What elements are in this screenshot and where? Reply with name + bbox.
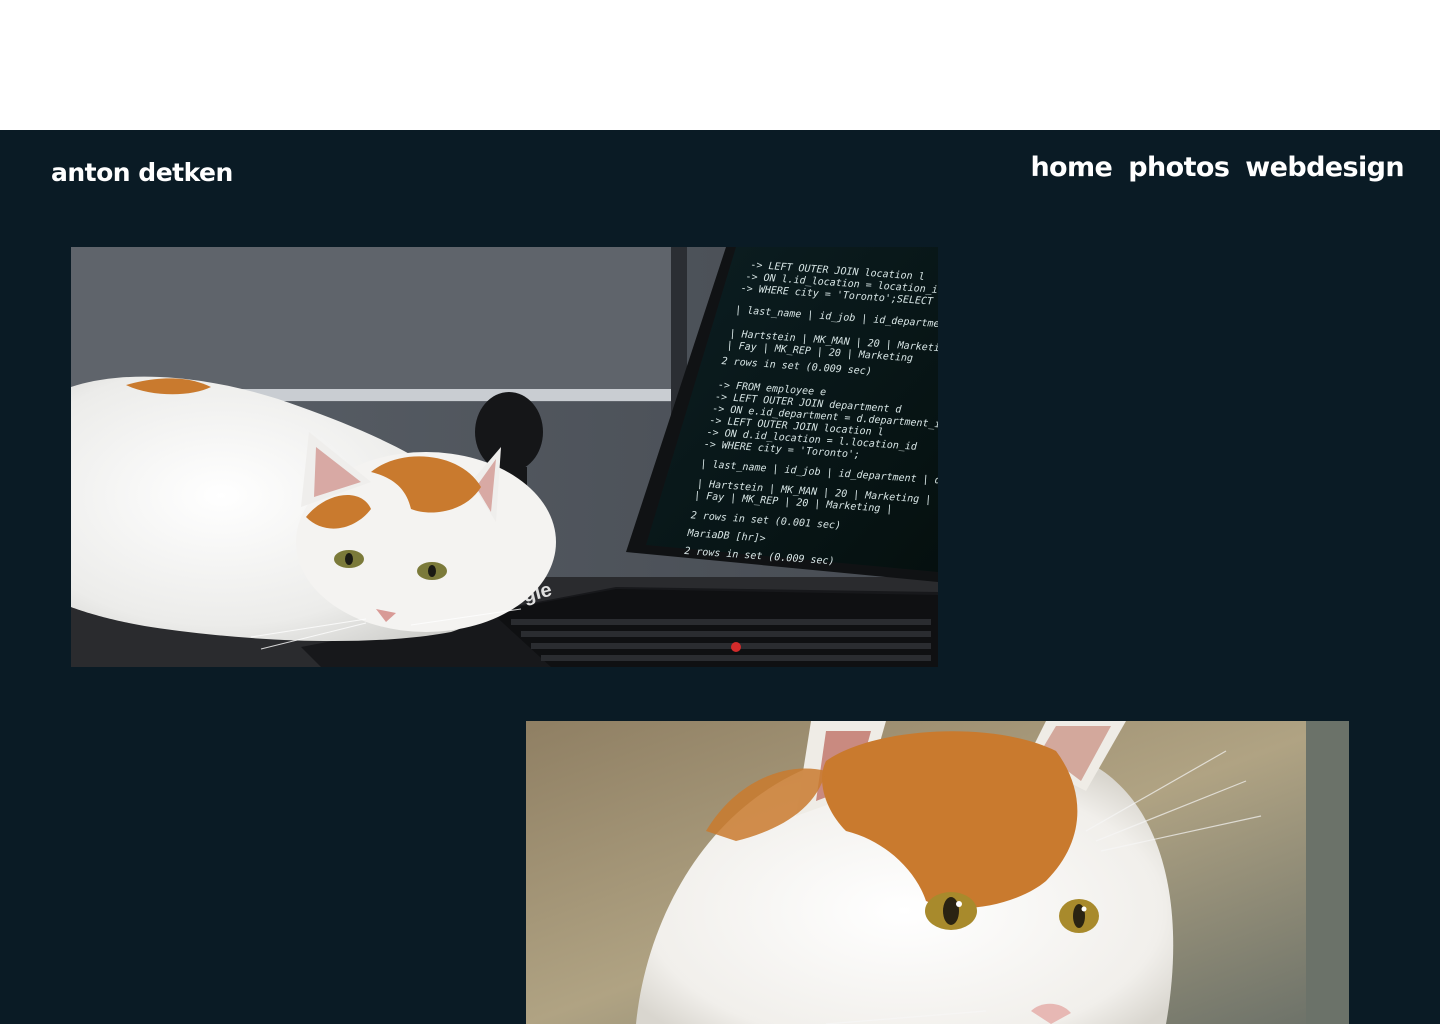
nav-item-webdesign[interactable]: webdesign — [1245, 152, 1404, 183]
site-logo[interactable]: anton detken — [51, 158, 233, 187]
photo-cat-laptop[interactable]: -> LEFT OUTER JOIN location l -> ON l.id… — [71, 247, 938, 667]
cat-laptop-image: -> LEFT OUTER JOIN location l -> ON l.id… — [71, 247, 938, 667]
nav-item-home[interactable]: home — [1030, 152, 1112, 183]
top-whitespace — [0, 0, 1440, 130]
photo-cat-portrait[interactable] — [526, 721, 1349, 1024]
site-container: anton detken home photos webdesign -> LE… — [0, 130, 1440, 1024]
main-nav: home photos webdesign — [1030, 152, 1404, 183]
cat-portrait-image — [526, 721, 1349, 1024]
nav-item-photos[interactable]: photos — [1128, 152, 1230, 183]
